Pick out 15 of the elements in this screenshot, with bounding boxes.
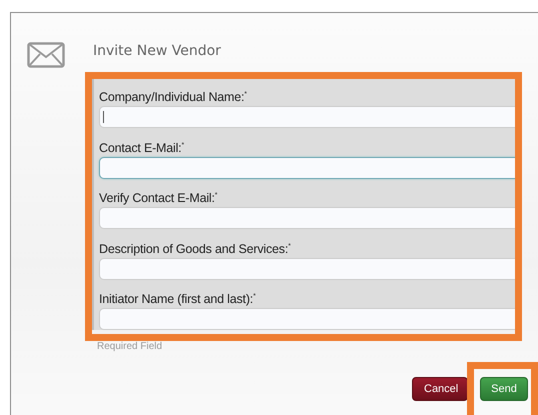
field-label: Description of Goods and Services:$^{*}$: [99, 240, 292, 258]
input-field[interactable]: [99, 308, 515, 330]
required-field-note: Required Field: [97, 341, 164, 354]
cancel-button[interactable]: Cancel: [412, 377, 468, 401]
field-label: Company/Individual Name:$^{*}$: [99, 89, 248, 106]
input-field[interactable]: [99, 258, 515, 280]
input-field[interactable]: [99, 207, 515, 229]
field-label: Verify Contact E-Mail:$^{*}$: [99, 190, 218, 207]
input-field[interactable]: [99, 106, 515, 128]
dialog-title: Invite New Vendor: [93, 43, 221, 59]
field-label: Contact E-Mail:$^{*}$: [99, 140, 185, 156]
input-field[interactable]: [99, 156, 515, 178]
send-button[interactable]: Send: [480, 377, 528, 401]
field-label: Initiator Name (first and last):$^{*}$: [99, 291, 257, 308]
envelope-icon: [27, 42, 65, 68]
